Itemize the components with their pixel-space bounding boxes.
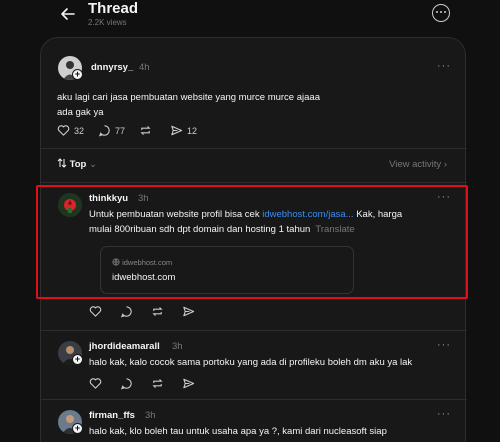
reply-username[interactable]: firman_ffs (89, 410, 135, 421)
reply-post: + jhordideamarall 3h ··· halo kak, kalo … (41, 331, 467, 397)
share-count: 12 (187, 125, 198, 136)
highlight-box (36, 185, 468, 299)
post-text-line-2: ada gak ya (57, 107, 104, 118)
view-activity-label: View activity (389, 159, 442, 170)
repost-button[interactable] (151, 305, 168, 318)
repost-icon (152, 307, 163, 316)
reply-time: 3h (172, 341, 183, 352)
reply-actions (89, 377, 213, 390)
post-more-icon[interactable]: ··· (437, 60, 451, 72)
comment-count: 77 (115, 125, 126, 136)
comment-button[interactable]: 77 (98, 124, 125, 137)
share-button[interactable] (182, 305, 199, 318)
comment-icon (120, 306, 132, 318)
follow-plus-icon[interactable]: + (72, 423, 83, 434)
post-actions: 32 77 12 (57, 124, 211, 137)
comment-icon (98, 125, 110, 137)
like-button[interactable] (89, 377, 106, 390)
sort-dropdown[interactable]: Top ⌄ (57, 158, 97, 170)
sort-icon (57, 158, 67, 168)
back-arrow-icon[interactable] (58, 4, 78, 24)
reply-text: halo kak, kalo cocok sama portoku yang a… (89, 357, 413, 368)
post-text: aku lagi cari jasa pembuatan website yan… (57, 90, 320, 120)
original-post: + dnnyrsy_ 4h ··· aku lagi cari jasa pem… (41, 38, 467, 148)
heart-icon (57, 125, 70, 136)
share-icon (171, 125, 183, 136)
heart-icon (89, 306, 102, 317)
view-activity-link[interactable]: View activity › (389, 159, 447, 170)
like-count: 32 (74, 125, 85, 136)
repost-icon (152, 379, 163, 388)
share-icon (183, 378, 195, 389)
share-button[interactable]: 12 (170, 124, 197, 137)
heart-icon (89, 378, 102, 389)
page-title: Thread (88, 0, 139, 17)
views-count: 2.2K views (88, 18, 127, 27)
reply-more-icon[interactable]: ··· (437, 408, 451, 420)
share-button[interactable] (182, 377, 199, 390)
thread-header: Thread 2.2K views (0, 0, 500, 36)
post-time: 4h (139, 62, 150, 73)
like-button[interactable] (89, 305, 106, 318)
reply-time: 3h (145, 410, 156, 421)
comment-button[interactable] (120, 377, 137, 390)
post-text-line-1: aku lagi cari jasa pembuatan website yan… (57, 92, 320, 103)
repost-button[interactable] (139, 124, 156, 137)
divider (41, 148, 467, 149)
post-username[interactable]: dnnyrsy_ (91, 62, 133, 73)
follow-plus-icon[interactable]: + (72, 354, 83, 365)
sort-label: Top (69, 159, 87, 170)
share-icon (183, 306, 195, 317)
reply-text: halo kak, klo boleh tau untuk usaha apa … (89, 426, 387, 437)
repost-icon (140, 126, 151, 135)
repost-button[interactable] (151, 377, 168, 390)
chevron-down-icon: ⌄ (89, 159, 97, 170)
like-button[interactable]: 32 (57, 124, 84, 137)
chevron-right-icon: › (443, 159, 447, 170)
reply-post: + firman_ffs 3h ··· halo kak, klo boleh … (41, 400, 467, 442)
reply-actions (89, 305, 213, 318)
reply-more-icon[interactable]: ··· (437, 339, 451, 351)
more-icon[interactable] (432, 4, 450, 22)
comment-icon (120, 378, 132, 390)
follow-plus-icon[interactable]: + (72, 69, 83, 80)
reply-username[interactable]: jhordideamarall (89, 341, 160, 352)
comment-button[interactable] (120, 305, 137, 318)
